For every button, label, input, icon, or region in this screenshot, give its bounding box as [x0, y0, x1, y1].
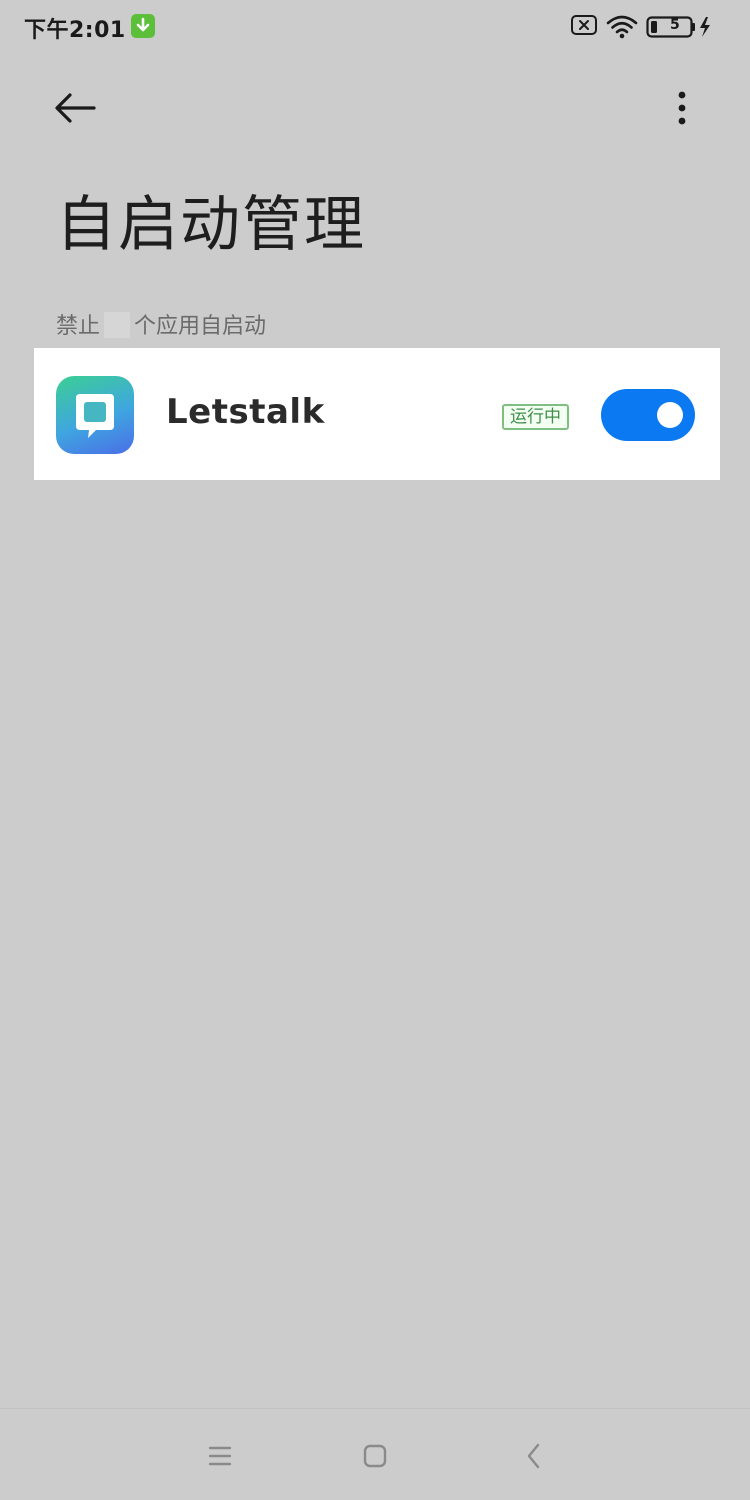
back-icon: [527, 1443, 540, 1469]
home-icon: [363, 1444, 387, 1468]
home-button[interactable]: [355, 1439, 395, 1473]
disabled-count-label: 禁止 个应用自启动: [56, 308, 266, 340]
more-options-button[interactable]: [664, 84, 700, 132]
menu-icon: [208, 1446, 232, 1466]
arrow-left-icon: [55, 93, 96, 123]
status-time: 下午2:01: [24, 18, 126, 43]
recent-apps-button[interactable]: [200, 1439, 240, 1473]
battery-charging-icon: [646, 16, 710, 38]
system-navigation-bar: [0, 1408, 750, 1500]
label-prefix: 禁止: [56, 314, 101, 339]
toggle-knob: [657, 402, 683, 428]
download-notification-icon: [131, 14, 155, 38]
letstalk-app-icon: [56, 376, 134, 454]
sim-disabled-icon: [571, 15, 597, 35]
autostart-management-screen: 下午2:01 5 自启动管理 禁止 个应用自启动 Letstalk 运行中: [0, 0, 750, 1500]
more-vertical-icon: [678, 91, 686, 125]
back-button[interactable]: [50, 86, 102, 130]
wifi-icon: [606, 15, 638, 39]
redacted-count: [104, 312, 131, 338]
autostart-toggle[interactable]: [601, 389, 695, 441]
app-name: Letstalk: [166, 392, 325, 432]
battery-level-label: 5: [670, 17, 680, 33]
page-title: 自启动管理: [56, 190, 366, 260]
status-bar: 下午2:01 5: [0, 0, 750, 52]
app-list-item[interactable]: Letstalk 运行中: [34, 348, 720, 480]
running-status-badge: 运行中: [502, 404, 569, 430]
label-suffix: 个应用自启动: [134, 314, 267, 339]
nav-back-button[interactable]: [514, 1439, 554, 1473]
